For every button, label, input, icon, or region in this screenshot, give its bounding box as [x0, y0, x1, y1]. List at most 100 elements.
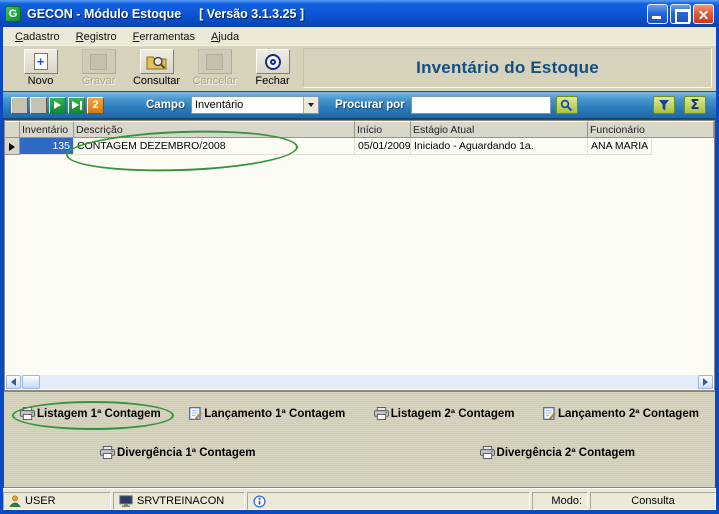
actions-panel: Listagem 1ª Contagem Lançamento 1ª Conta…: [4, 391, 715, 488]
inventory-grid: Inventário Descrição Início Estágio Atua…: [4, 120, 715, 391]
document-edit-icon: [189, 407, 202, 420]
navigator-bar: 2 Campo Inventário Procurar por Σ: [3, 91, 716, 119]
page-title-panel: Inventário do Estoque: [303, 48, 712, 88]
status-user-cell: USER: [3, 492, 111, 510]
cell-estagio[interactable]: Iniciado - Aguardando 1a.: [411, 138, 588, 155]
action-label: Listagem 1ª Contagem: [37, 407, 161, 420]
divergencia-2a-contagem-button[interactable]: Divergência 2ª Contagem: [479, 446, 635, 459]
col-header-funcionario[interactable]: Funcionário: [588, 121, 714, 138]
folder-search-icon: [146, 53, 167, 70]
toolbar: + Novo Gravar Consultar Cancelar Fechar …: [3, 45, 716, 91]
cell-inventario[interactable]: 135: [20, 138, 74, 155]
power-circle-icon: [264, 53, 281, 70]
cancelar-label: Cancelar: [192, 75, 237, 87]
menu-ajuda[interactable]: Ajuda: [203, 29, 247, 44]
arrow-right-icon: [703, 378, 708, 386]
cell-descricao[interactable]: CONTAGEM DEZEMBRO/2008: [74, 138, 355, 155]
window-controls: [647, 3, 714, 24]
consultar-label: Consultar: [132, 75, 181, 87]
search-icon: [560, 99, 573, 112]
listagem-1a-contagem-button[interactable]: Listagem 1ª Contagem: [20, 407, 161, 420]
col-header-estagio[interactable]: Estágio Atual: [411, 121, 588, 138]
fechar-label: Fechar: [255, 75, 290, 87]
lancamento-2a-contagem-button[interactable]: Lançamento 2ª Contagem: [543, 407, 699, 420]
fechar-button[interactable]: Fechar: [249, 49, 296, 87]
computer-icon: [119, 495, 133, 507]
cancelar-button[interactable]: Cancelar: [191, 49, 238, 87]
action-label: Divergência 2ª Contagem: [496, 446, 635, 459]
status-modo-value-cell: Consulta: [590, 492, 716, 510]
status-info-cell: [247, 492, 530, 510]
campo-dropdown[interactable]: Inventário: [190, 96, 319, 114]
listagem-2a-contagem-button[interactable]: Listagem 2ª Contagem: [373, 407, 515, 420]
nav-prior-button[interactable]: [30, 96, 47, 114]
cell-funcionario[interactable]: ANA MARIA: [588, 138, 653, 155]
divergencia-1a-contagem-button[interactable]: Divergência 1ª Contagem: [100, 446, 255, 459]
action-label: Listagem 2ª Contagem: [390, 407, 515, 420]
nav-first-button[interactable]: [11, 96, 28, 114]
action-label: Lançamento 1ª Contagem: [204, 407, 346, 420]
save-icon: [90, 53, 107, 70]
close-button[interactable]: [693, 3, 714, 24]
consultar-button[interactable]: Consultar: [133, 49, 180, 87]
menu-bar: Cadastro Registro Ferramentas Ajuda: [3, 27, 716, 45]
status-server-text: SRVTREINACON: [137, 495, 225, 507]
printer-icon: [479, 446, 495, 459]
printer-icon: [373, 407, 389, 420]
search-button[interactable]: [555, 96, 578, 114]
scroll-right-button[interactable]: [698, 375, 713, 389]
menu-ferramentas[interactable]: Ferramentas: [125, 29, 203, 44]
row-selector-arrow-icon: [9, 143, 15, 151]
maximize-button[interactable]: [670, 3, 691, 24]
cell-inicio[interactable]: 05/01/2009: [355, 138, 411, 155]
action-label: Divergência 1ª Contagem: [117, 446, 256, 459]
modo-value: Consulta: [631, 495, 675, 507]
document-edit-icon: [543, 407, 556, 420]
record-count-button[interactable]: 2: [87, 96, 104, 114]
title-bar: G GECON - Módulo Estoque [ Versão 3.1.3.…: [0, 0, 719, 27]
row-selector-cell[interactable]: [5, 138, 20, 155]
info-icon[interactable]: [253, 494, 266, 508]
gravar-button[interactable]: Gravar: [75, 49, 122, 87]
novo-label: Novo: [27, 75, 54, 87]
filter-funnel-icon: [658, 99, 670, 111]
lancamento-1a-contagem-button[interactable]: Lançamento 1ª Contagem: [189, 407, 345, 420]
play-last-icon: [71, 101, 79, 109]
col-header-descricao[interactable]: Descrição: [74, 121, 355, 138]
sigma-icon: Σ: [690, 97, 700, 113]
page-title: Inventário do Estoque: [416, 58, 599, 77]
app-logo-icon: G: [5, 5, 21, 22]
arrow-left-icon: [11, 378, 16, 386]
search-input[interactable]: [410, 96, 551, 114]
menu-registro[interactable]: Registro: [68, 29, 125, 44]
selector-column-header: [5, 121, 20, 138]
filter-button[interactable]: [653, 96, 675, 114]
window-title-text: GECON - Módulo Estoque: [27, 6, 182, 21]
new-record-icon: +: [33, 53, 48, 70]
cancel-icon: [206, 53, 223, 70]
modo-label: Modo:: [551, 495, 582, 507]
scrollbar-thumb[interactable]: [22, 375, 40, 389]
table-row[interactable]: 135 CONTAGEM DEZEMBRO/2008 05/01/2009 In…: [5, 138, 714, 155]
minimize-button[interactable]: [647, 3, 668, 24]
user-icon: [9, 495, 21, 507]
horizontal-scrollbar[interactable]: [6, 375, 713, 389]
chevron-down-icon[interactable]: [302, 97, 318, 113]
printer-icon: [20, 407, 35, 420]
menu-cadastro[interactable]: Cadastro: [7, 29, 68, 44]
col-header-inicio[interactable]: Início: [355, 121, 411, 138]
status-server-cell: SRVTREINACON: [113, 492, 245, 510]
play-icon: [54, 101, 61, 109]
gravar-label: Gravar: [81, 75, 116, 87]
procurar-label: Procurar por: [334, 99, 405, 111]
action-label: Lançamento 2ª Contagem: [557, 407, 699, 420]
grid-header-row: Inventário Descrição Início Estágio Atua…: [5, 121, 714, 138]
scroll-left-button[interactable]: [6, 375, 21, 389]
app-window: G GECON - Módulo Estoque [ Versão 3.1.3.…: [0, 0, 719, 514]
status-modo-label-cell: Modo:: [532, 492, 588, 510]
novo-button[interactable]: + Novo: [17, 49, 64, 87]
nav-next-button[interactable]: [49, 96, 66, 114]
col-header-inventario[interactable]: Inventário: [20, 121, 74, 138]
sum-button[interactable]: Σ: [684, 96, 706, 114]
nav-last-button[interactable]: [68, 96, 85, 114]
